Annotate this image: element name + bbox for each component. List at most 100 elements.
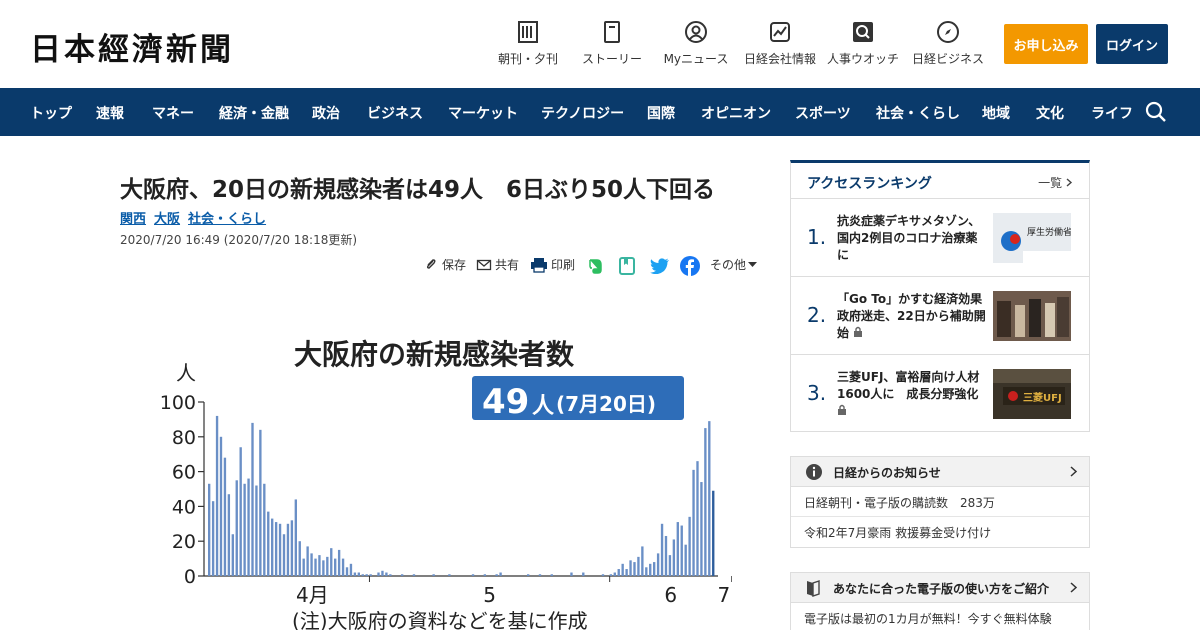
chart-bar <box>215 415 219 576</box>
chart-bar <box>274 522 278 576</box>
chart-bar <box>432 574 435 576</box>
chart-bar <box>243 483 246 576</box>
chevron-right-icon <box>1070 582 1077 593</box>
nav-item-opinion[interactable]: オピニオン <box>701 103 771 123</box>
facebook-icon[interactable] <box>680 256 700 276</box>
newspaper-icon <box>518 21 538 43</box>
thumb-text: 厚生労働省 <box>1027 226 1071 238</box>
article-tags: 関西 大阪 社会・くらし <box>120 208 274 227</box>
chart-bar <box>712 490 715 576</box>
chart-bar <box>621 563 624 576</box>
ranking-item[interactable]: 2. 「Go To」かすむ経済効果 政府迷走、22日から補助開始 <box>791 277 1089 355</box>
chart-bar <box>656 553 660 576</box>
notices-header[interactable]: 日経からのお知らせ <box>791 457 1089 487</box>
chart-bar <box>708 421 711 576</box>
covid-chart: 大阪府の新規感染者数 49 人 (7月20日) 人 0 20 40 60 80 100 4月… <box>160 338 732 630</box>
chart-bar <box>271 518 274 576</box>
ranking-title: アクセスランキング <box>807 176 932 192</box>
nav-item-top[interactable]: トップ <box>30 103 72 123</box>
nav-item-sports[interactable]: スポーツ <box>795 103 851 123</box>
y-tick-label: 0 <box>184 566 196 588</box>
notice-item[interactable]: 日経朝刊・電子版の購読数 283万 <box>791 487 1089 517</box>
chart-bar <box>318 555 321 576</box>
tag-link[interactable]: 関西 <box>120 212 146 227</box>
y-tick-label: 100 <box>160 392 196 414</box>
guide-header[interactable]: あなたに合った電子版の使い方をご紹介 <box>791 573 1089 603</box>
ranking-item[interactable]: 3. 三菱UFJ、富裕層向け人材1600人に 成長分野強化 三菱UFJ <box>791 355 1089 433</box>
ranking-item[interactable]: 1. 抗炎症薬デキサメタゾン、国内2例目のコロナ治療薬に 厚生労働省 <box>791 199 1089 277</box>
chart-bar <box>645 567 648 576</box>
chart-bar <box>219 436 223 576</box>
thumbnail-image: 厚生労働省 <box>993 213 1071 263</box>
lock-icon <box>838 404 846 415</box>
chart-bar <box>239 447 242 576</box>
nav-item-breaking[interactable]: 速報 <box>96 103 124 123</box>
book-icon <box>604 21 620 43</box>
ranking-more-link[interactable]: 一覧 <box>1038 174 1073 191</box>
util-mynews[interactable]: Myニュース <box>662 20 730 67</box>
nav-item-politics[interactable]: 政治 <box>312 103 340 123</box>
twitter-icon[interactable] <box>650 258 670 274</box>
rank-number: 2. <box>807 303 827 327</box>
badge-unit: 人 <box>532 394 554 419</box>
chart-bar <box>365 574 368 576</box>
y-tick-label: 80 <box>172 427 196 449</box>
share-button[interactable]: 共有 <box>476 256 519 273</box>
y-unit-label: 人 <box>176 361 196 385</box>
chevron-right-icon <box>1070 466 1077 477</box>
util-personnel[interactable]: 人事ウオッチ <box>826 20 900 67</box>
chart-bar <box>211 501 215 576</box>
mail-icon <box>476 259 492 270</box>
nav-item-money[interactable]: マネー <box>152 103 194 123</box>
share-label: 共有 <box>495 258 520 272</box>
main-nav: トップ 速報 マネー 経済・金融 政治 ビジネス マーケット テクノロジー 国際… <box>0 88 1200 136</box>
save-button[interactable]: 保存 <box>423 256 466 273</box>
site-logo[interactable]: 日本經濟新聞 <box>30 24 234 69</box>
chart-bar <box>660 523 664 576</box>
thumbnail-image: 三菱UFJ <box>993 369 1071 419</box>
chart-bar <box>223 457 227 576</box>
y-tick-label: 20 <box>172 531 196 553</box>
login-button[interactable]: ログイン <box>1096 24 1168 64</box>
tag-link[interactable]: 大阪 <box>154 212 180 227</box>
subscribe-button[interactable]: お申し込み <box>1004 24 1088 64</box>
nav-item-international[interactable]: 国際 <box>647 103 675 123</box>
nav-item-culture[interactable]: 文化 <box>1036 103 1064 123</box>
notice-item[interactable]: 令和2年7月豪雨 救援募金受け付け <box>791 517 1089 547</box>
rank-headline: 三菱UFJ、富裕層向け人材1600人に 成長分野強化 <box>837 369 987 420</box>
x-tick-label: 4月 <box>296 583 329 607</box>
util-label: 日経会社情報 <box>743 52 816 66</box>
lock-icon <box>854 326 863 337</box>
nav-item-society[interactable]: 社会・くらし <box>876 103 960 123</box>
nav-item-regional[interactable]: 地域 <box>982 103 1010 123</box>
thumbnail-image <box>993 291 1071 341</box>
nav-item-business[interactable]: ビジネス <box>367 103 423 123</box>
util-company-info[interactable]: 日経会社情報 <box>743 20 817 67</box>
chart-bar <box>680 525 683 576</box>
util-business[interactable]: 日経ビジネス <box>911 20 985 67</box>
nav-item-life[interactable]: ライフ <box>1091 103 1133 123</box>
nav-item-economy[interactable]: 経済・金融 <box>219 103 289 123</box>
guide-item[interactable]: 電子版は最初の1カ月が無料！今すぐ無料体験 <box>791 603 1089 627</box>
search-icon[interactable] <box>1144 100 1168 124</box>
print-button[interactable]: 印刷 <box>530 256 575 273</box>
chart-note: (注)大阪府の資料などを基に作成 <box>292 609 588 630</box>
nav-item-technology[interactable]: テクノロジー <box>541 103 624 123</box>
tag-link[interactable]: 社会・くらし <box>188 212 266 227</box>
chart-bar <box>617 569 620 576</box>
chart-bar <box>637 556 640 576</box>
evernote-icon[interactable] <box>586 257 604 275</box>
util-newspaper[interactable]: 朝刊・夕刊 <box>497 20 559 67</box>
chart-bar <box>381 570 384 576</box>
chart-bar <box>483 574 487 576</box>
chart-icon <box>770 22 790 42</box>
more-share-button[interactable]: その他 <box>710 256 760 273</box>
chart-bar <box>550 574 553 576</box>
nav-item-market[interactable]: マーケット <box>448 103 518 123</box>
util-story[interactable]: ストーリー <box>581 20 643 67</box>
chart-title: 大阪府の新規感染者数 <box>294 338 575 371</box>
bookmark-app-icon[interactable] <box>618 256 636 276</box>
util-label: 朝刊・夕刊 <box>497 52 558 66</box>
chart-bar <box>538 574 542 576</box>
article-title: 大阪府、20日の新規感染者は49人 6日ぶり50人下回る <box>120 177 716 203</box>
